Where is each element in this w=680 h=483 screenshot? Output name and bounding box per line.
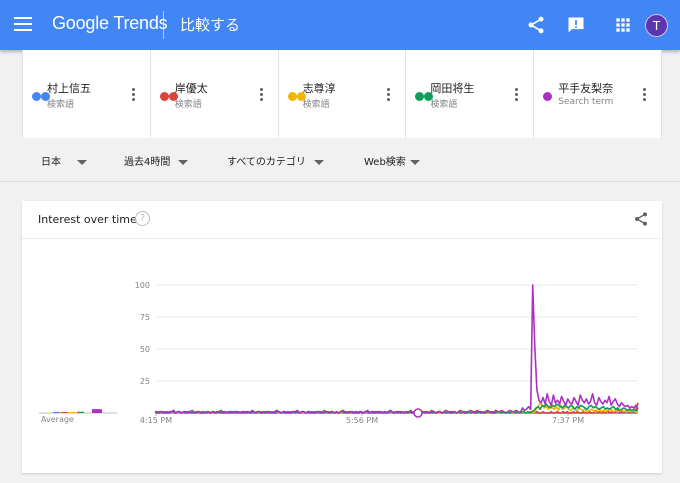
average-bar [92,409,102,413]
timeline-marker [413,408,423,418]
x-tick-label: 5:56 PM [346,416,378,425]
x-tick-label: 7:37 PM [552,416,584,425]
y-tick-label: 75 [140,313,150,322]
x-tick-label: 4:15 PM [140,416,172,425]
average-bar [69,412,76,413]
average-bar [77,411,84,413]
interest-chart: 100 75 50 25 4:15 PM 5:56 PM 7:37 PM [39,281,639,425]
y-tick-label: 25 [140,377,150,386]
average-bar [53,412,60,413]
y-tick-label: 50 [140,345,150,354]
average-bar [61,412,68,413]
average-label: Average [41,415,74,424]
y-tick-label: 100 [135,281,150,290]
